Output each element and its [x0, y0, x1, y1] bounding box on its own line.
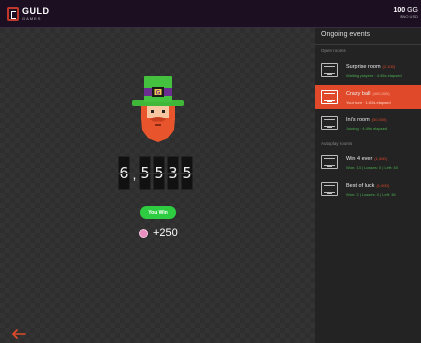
- room-status: Won: 13 | Losses: 0 | Left: 45: [346, 165, 398, 170]
- counter-digit: 5: [153, 156, 165, 190]
- room-stake: (400,000): [372, 91, 390, 96]
- room-status: Your turn · 1:02s elapsed: [346, 100, 391, 105]
- reward-display: +250: [139, 227, 178, 239]
- room-stake: (1,000): [376, 183, 390, 188]
- slot-machine-icon: [321, 155, 338, 169]
- logo-subtitle: GAMES: [22, 16, 42, 21]
- room-name: Win 4 ever: [346, 156, 373, 162]
- slot-machine-icon: [321, 63, 338, 77]
- logo-name: GULD: [22, 6, 50, 16]
- room-name: Surprise room: [346, 64, 381, 70]
- counter-digit: 3: [167, 156, 179, 190]
- balance-currency: GG: [407, 7, 418, 14]
- room-status: Joining · 4:49s elapsed: [346, 126, 388, 131]
- room-status: Waiting players · 4:45s elapsed: [346, 73, 402, 78]
- slot-machine-icon: [321, 90, 338, 104]
- room-stake: (1,000): [374, 156, 387, 161]
- arrow-left-icon[interactable]: [12, 329, 26, 339]
- you-win-button[interactable]: You Win: [140, 206, 176, 219]
- app-header: GULD GAMES 100 GG $NO USD: [0, 0, 421, 28]
- events-sidebar: Ongoing events Open rooms Surprise room(…: [315, 28, 421, 343]
- room-name: Crazy ball: [346, 91, 371, 97]
- room-item[interactable]: Best of luck (1,000) Won: 2 | Losses: 0 |…: [315, 177, 421, 201]
- counter-digit: 5: [181, 156, 193, 190]
- room-name: Best of luck: [346, 183, 375, 189]
- counter-digit: 6: [118, 156, 130, 190]
- room-item[interactable]: Ini's room (50,000) Joining · 4:49s elaps…: [315, 111, 421, 135]
- section-label-autoplay-rooms: Autoplay rooms: [321, 141, 353, 146]
- slot-machine-icon: [321, 116, 338, 130]
- hat-buckle-letter: G: [156, 91, 161, 97]
- guld-logo-icon: [7, 7, 19, 21]
- balance-display[interactable]: 100 GG $NO USD: [393, 7, 418, 19]
- room-stake: (50,000): [371, 117, 387, 122]
- slot-machine-icon: [321, 182, 338, 196]
- balance-usd: $NO USD: [400, 14, 418, 19]
- divider: [315, 44, 421, 45]
- room-item-active[interactable]: Crazy ball (400,000) Your turn · 1:02s el…: [315, 85, 421, 109]
- reward-amount: +250: [153, 227, 178, 239]
- chip-icon: [139, 228, 148, 238]
- room-status: Won: 2 | Losses: 0 | Left: 36: [346, 192, 396, 197]
- game-area: G 6 , 5 5 3 5 You Win +250: [0, 28, 315, 343]
- balance-amount: 100: [393, 7, 406, 14]
- room-item[interactable]: Win 4 ever (1,000) Won: 13 | Losses: 0 | …: [315, 150, 421, 174]
- logo[interactable]: GULD GAMES: [7, 6, 50, 22]
- jackpot-counter: 6 , 5 5 3 5: [118, 156, 193, 190]
- section-label-open-rooms: Open rooms: [321, 48, 346, 53]
- room-item[interactable]: Surprise room (2,100) Waiting players · 4…: [315, 58, 421, 82]
- counter-separator: ,: [132, 166, 137, 182]
- room-stake: (2,100): [382, 64, 396, 69]
- room-name: Ini's room: [346, 117, 370, 123]
- counter-digit: 5: [139, 156, 151, 190]
- sidebar-title: Ongoing events: [321, 31, 371, 38]
- leprechaun-avatar: G: [132, 76, 184, 142]
